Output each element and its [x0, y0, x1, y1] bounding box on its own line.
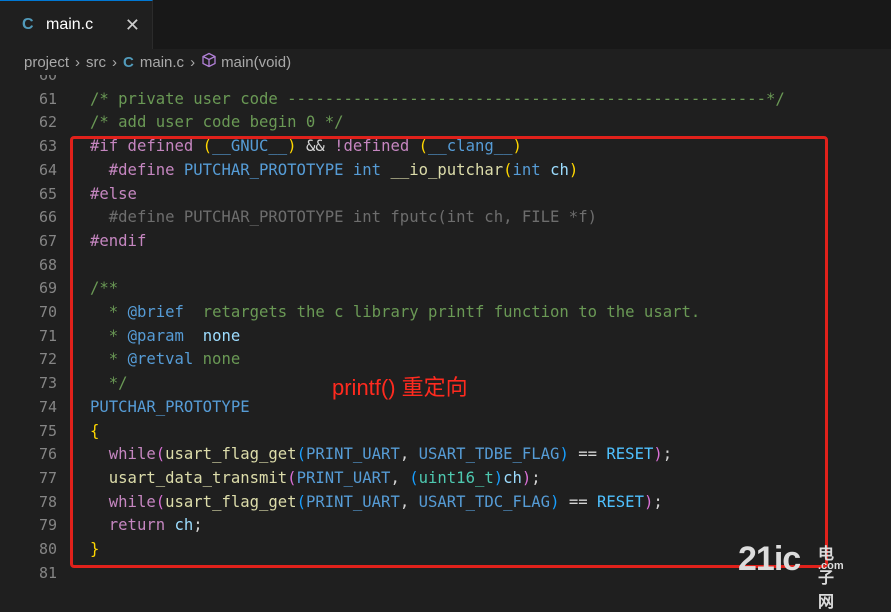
line-number: 77 — [38, 468, 57, 487]
line-number: 74 — [38, 397, 57, 416]
chevron-right-icon: › — [75, 53, 81, 71]
line-number: 62 — [38, 113, 57, 132]
breadcrumb: project › src › C main.c › main(void) — [0, 49, 891, 75]
watermark-url: .com — [818, 560, 844, 572]
cube-icon — [201, 52, 217, 72]
line-number: 78 — [38, 492, 57, 511]
line-number: 64 — [38, 160, 57, 179]
close-icon[interactable]: ✕ — [125, 15, 140, 36]
c-file-icon: C — [22, 16, 34, 33]
code-line[interactable]: 60 — [0, 75, 891, 87]
line-number: 72 — [38, 350, 57, 369]
line-number: 80 — [38, 540, 57, 558]
watermark-main: 21ic — [738, 540, 801, 578]
line-number: 68 — [38, 255, 57, 274]
code-line[interactable]: 62 /* add user code begin 0 */ — [0, 110, 891, 134]
line-number: 63 — [38, 137, 57, 156]
c-file-icon: C — [123, 53, 134, 71]
line-number: 61 — [38, 89, 57, 108]
line-number: 71 — [38, 326, 57, 345]
line-number: 75 — [38, 421, 57, 440]
line-number: 81 — [38, 563, 57, 582]
breadcrumb-symbol[interactable]: main(void) — [201, 52, 291, 72]
chevron-right-icon: › — [112, 53, 118, 71]
breadcrumb-project[interactable]: project — [24, 54, 69, 71]
code-text: /* add user code begin 0 */ — [90, 113, 344, 132]
tab-main-c[interactable]: C main.c ✕ — [0, 0, 153, 49]
line-number: 60 — [38, 75, 57, 84]
line-number: 73 — [38, 374, 57, 393]
line-number: 66 — [38, 208, 57, 227]
line-number: 67 — [38, 231, 57, 250]
line-number: 69 — [38, 279, 57, 298]
annotation-label: printf() 重定向 — [332, 375, 468, 400]
watermark-cn: 电子网 — [818, 546, 835, 611]
tab-bar: C main.c ✕ — [0, 0, 891, 50]
chevron-right-icon: › — [190, 53, 196, 71]
watermark-logo: 21ic 电子网 .com — [738, 540, 844, 611]
code-line[interactable]: 61 /* private user code -----------------… — [0, 87, 891, 111]
line-number: 70 — [38, 303, 57, 321]
line-number: 79 — [38, 516, 57, 535]
highlight-box — [70, 136, 828, 568]
breadcrumb-file[interactable]: C main.c — [123, 54, 184, 71]
line-number: 76 — [38, 445, 57, 464]
line-number: 65 — [38, 184, 57, 203]
tab-label: main.c — [46, 16, 94, 33]
code-text: /* private user code -------------------… — [90, 89, 785, 108]
breadcrumb-src[interactable]: src — [86, 54, 106, 71]
